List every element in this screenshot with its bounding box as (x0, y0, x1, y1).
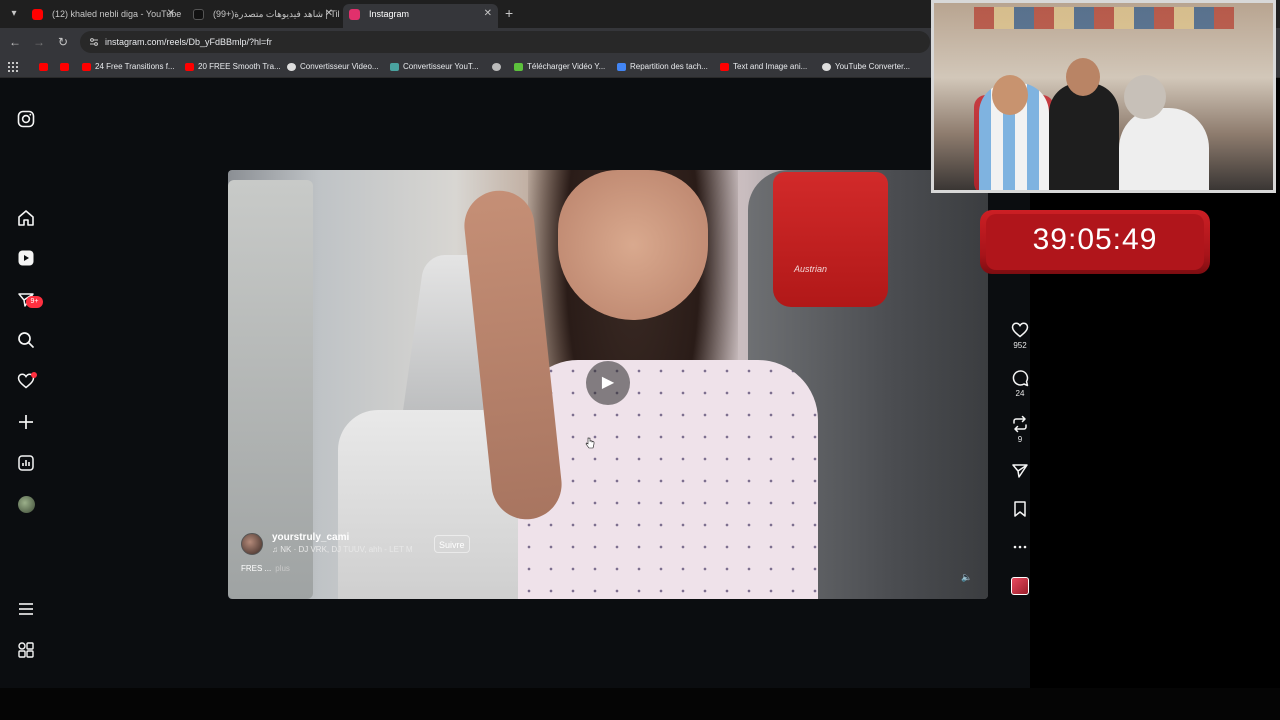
follow-button[interactable]: Suivre (434, 535, 470, 553)
webcam-person-middle (1049, 83, 1119, 190)
apps-grid-icon[interactable] (8, 60, 21, 74)
play-icon[interactable]: ▶ (586, 361, 630, 405)
new-tab-button[interactable]: + (505, 4, 513, 22)
profile-avatar[interactable] (18, 496, 35, 513)
webcam-person-middle-head (1066, 58, 1100, 96)
audio-thumbnail[interactable] (1011, 577, 1029, 595)
address-text: instagram.com/reels/Db_yFdBBmlp/?hl=fr (105, 37, 272, 47)
music-line[interactable]: ♫ NK · DJ VRK, DJ TUUV, ahh - LET M (272, 545, 420, 554)
heart-icon[interactable] (1011, 321, 1029, 339)
converter-icon (390, 63, 399, 71)
streamer-webcam-overlay (931, 0, 1276, 193)
reload-icon[interactable]: ↻ (55, 34, 71, 50)
download-icon (514, 63, 523, 71)
docs-icon (617, 63, 626, 71)
youtube-icon (82, 63, 91, 71)
more-options-icon[interactable] (1011, 538, 1029, 556)
caption-text: FRES ... (241, 564, 272, 573)
music-title: NK · DJ VRK, DJ TUUV, ahh - LET M (280, 545, 413, 554)
author-avatar[interactable] (241, 533, 263, 555)
also-from-meta-icon[interactable] (17, 641, 35, 659)
bookmark-youtube-converter[interactable]: YouTube Converter... (822, 60, 910, 74)
tab-title: (99+)شاهد فيديوهات متصدرة | TikTok (213, 9, 339, 19)
youtube-icon (60, 63, 69, 71)
tab-search-menu-icon[interactable]: ▾ (6, 6, 22, 22)
bookmark-convertisseur-video[interactable]: Convertisseur Video... (287, 60, 379, 74)
save-action[interactable] (1010, 500, 1030, 518)
webcam-person-left-head (992, 75, 1028, 115)
video-person-shirt (518, 360, 818, 599)
webcam-person-right-head (1124, 75, 1166, 119)
notification-dot (31, 372, 37, 378)
volume-icon[interactable]: 🔈 (961, 572, 972, 583)
video-seat-brand: Austrian (794, 264, 828, 274)
site-info-icon[interactable] (89, 37, 99, 47)
reel-caption: FRES ... plus (241, 564, 290, 573)
like-count: 952 (1013, 341, 1027, 350)
tab-tiktok[interactable]: (99+)شاهد فيديوهات متصدرة | TikTok ✕ (187, 4, 339, 28)
share-icon[interactable] (1011, 462, 1029, 480)
back-icon[interactable]: ← (7, 34, 23, 50)
repost-icon[interactable] (1011, 415, 1029, 433)
stream-timer: 39:05:49 (980, 210, 1210, 274)
bookmark-telecharger[interactable]: Télécharger Vidéo Y... (514, 60, 605, 74)
bookmark-youtube-2[interactable] (60, 60, 73, 74)
home-icon[interactable] (17, 209, 35, 227)
repost-count: 9 (1017, 435, 1023, 444)
tab-title: Instagram (369, 9, 410, 19)
tab-youtube[interactable]: (12) khaled nebli diga - YouTube ✕ (26, 4, 181, 28)
bookmark-convertisseur-youtube[interactable]: Convertisseur YouT... (390, 60, 479, 74)
tab-title: (12) khaled nebli diga - YouTube (52, 9, 181, 19)
youtube-icon (720, 63, 729, 71)
globe-icon (287, 63, 296, 71)
instagram-favicon-icon (349, 9, 360, 20)
forward-icon[interactable]: → (31, 34, 47, 50)
mouse-cursor-icon (585, 437, 595, 449)
search-icon[interactable] (17, 331, 35, 349)
youtube-icon (185, 63, 194, 71)
messages-badge: 9+ (26, 296, 43, 308)
bookmark-text-image[interactable]: Text and Image ani... (720, 60, 807, 74)
instagram-logo-icon[interactable] (17, 110, 35, 128)
bookmark-youtube-1[interactable] (39, 60, 52, 74)
globe-icon (822, 63, 831, 71)
tiktok-favicon-icon (193, 9, 204, 20)
video-headrest (773, 172, 888, 307)
address-bar[interactable]: instagram.com/reels/Db_yFdBBmlp/?hl=fr (80, 31, 930, 53)
dashboard-icon[interactable] (17, 454, 35, 472)
more-options-action[interactable] (1010, 538, 1030, 556)
close-tab-icon[interactable]: ✕ (167, 4, 175, 24)
bottom-strip (0, 688, 1280, 720)
bookmark-repartition[interactable]: Repartition des tach... (617, 60, 708, 74)
comment-icon[interactable] (1011, 369, 1029, 387)
create-plus-icon[interactable] (17, 413, 35, 431)
close-tab-icon[interactable]: ✕ (484, 4, 492, 24)
more-menu-icon[interactable] (17, 600, 35, 618)
youtube-favicon-icon (32, 9, 43, 20)
globe-icon (492, 63, 501, 71)
bookmark-smooth[interactable]: 20 FREE Smooth Tra... (185, 60, 281, 74)
timer-text: 39:05:49 (1032, 223, 1158, 256)
bookmark-transitions[interactable]: 24 Free Transitions f... (82, 60, 175, 74)
comment-action[interactable]: 24 (1010, 369, 1030, 398)
music-note-icon: ♫ (272, 545, 281, 554)
webcam-person-right (1119, 108, 1209, 190)
caption-more-link[interactable]: plus (275, 564, 290, 573)
like-action[interactable]: 952 (1010, 321, 1030, 350)
tab-instagram[interactable]: Instagram ✕ (343, 4, 498, 28)
youtube-icon (39, 63, 48, 71)
close-tab-icon[interactable]: ✕ (325, 4, 333, 24)
reels-icon[interactable] (17, 249, 35, 267)
bookmark-globe[interactable] (492, 60, 505, 74)
share-action[interactable] (1010, 462, 1030, 480)
bookmark-icon[interactable] (1011, 500, 1029, 518)
comment-count: 24 (1015, 389, 1025, 398)
webcam-flags-banner (974, 7, 1234, 29)
repost-action[interactable]: 9 (1010, 415, 1030, 444)
author-username[interactable]: yourstruly_cami (272, 532, 349, 543)
video-person-face (558, 170, 708, 320)
